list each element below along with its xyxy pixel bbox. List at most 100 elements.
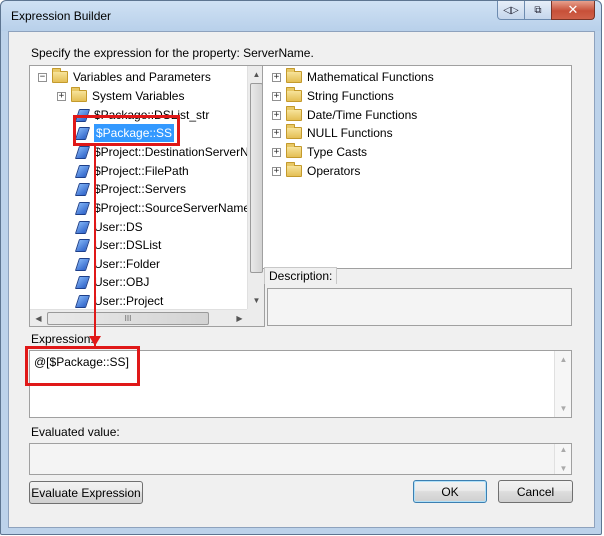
tree-node-label: NULL Functions (307, 126, 393, 140)
folder-icon (286, 143, 302, 158)
property-prompt: Specify the expression for the property:… (31, 46, 314, 60)
variable-icon (76, 182, 88, 196)
expression-builder-window: Expression Builder ◁▷ ⧉ ✕ Specify the ex… (0, 0, 602, 535)
variable-label: $Project::DestinationServerNa (94, 145, 256, 159)
variable-label: User::DSList (94, 238, 162, 252)
caption-buttons: ◁▷ ⧉ ✕ (497, 1, 595, 20)
tree-node-function-category[interactable]: + Operators (272, 162, 360, 180)
variable-label: $Package::DSList_str (94, 108, 210, 122)
variable-label: $Project::SourceServerName (94, 201, 251, 215)
variable-label: User::Folder (94, 257, 161, 271)
scroll-down-icon[interactable]: ▼ (555, 400, 572, 417)
folder-icon (52, 68, 68, 83)
window-title: Expression Builder (11, 9, 112, 23)
folder-icon (286, 106, 302, 121)
scroll-up-icon[interactable]: ▲ (555, 351, 572, 368)
ok-button[interactable]: OK (413, 480, 487, 503)
tree-node-label: Type Casts (307, 145, 368, 159)
scroll-right-icon[interactable]: ▶ (231, 310, 248, 326)
tree-node-function-category[interactable]: + Type Casts (272, 143, 367, 161)
variable-label: User::Project (94, 294, 164, 308)
annotation-arrow-head (89, 336, 101, 346)
tree-item-variable[interactable]: $Project::SourceServerName (76, 199, 250, 217)
tree-item-variable[interactable]: $Package::DSList_str (76, 106, 209, 124)
close-icon[interactable]: ✕ (551, 1, 595, 20)
expand-icon[interactable]: + (272, 72, 281, 82)
expression-scrollbar[interactable]: ▲ ▼ (554, 351, 571, 417)
tree-node-function-category[interactable]: + String Functions (272, 87, 394, 105)
tree-item-variable[interactable]: $Project::FilePath (76, 162, 189, 180)
scroll-corner (247, 309, 264, 326)
tree-node-label: Mathematical Functions (307, 70, 434, 84)
folder-icon (286, 124, 302, 139)
variable-icon (76, 238, 88, 252)
tree-node-function-category[interactable]: + Mathematical Functions (272, 68, 434, 86)
evaluated-value-box: ▲ ▼ (29, 443, 572, 475)
variable-icon (76, 201, 88, 215)
variable-icon (76, 294, 88, 308)
expression-label: Expression: (31, 332, 94, 346)
tree-item-variable[interactable]: User::DS (76, 218, 143, 236)
tree-node-variables-and-parameters[interactable]: − Variables and Parameters (38, 68, 211, 86)
tree-item-variable[interactable]: User::OBJ (76, 273, 149, 291)
dialog-client-area: Specify the expression for the property:… (8, 31, 595, 528)
expand-icon[interactable]: + (272, 166, 281, 176)
tree-node-function-category[interactable]: + Date/Time Functions (272, 106, 417, 124)
expression-textarea[interactable]: @[$Package::SS] ▲ ▼ (29, 350, 572, 418)
tree-node-label: System Variables (92, 89, 185, 103)
folder-icon (286, 162, 302, 177)
expand-icon[interactable]: + (272, 110, 281, 120)
folder-icon (286, 68, 302, 83)
variable-icon (76, 145, 88, 159)
variable-label: $Project::FilePath (94, 164, 189, 178)
evaluated-scrollbar[interactable]: ▲ ▼ (554, 444, 571, 474)
description-label: Description: (264, 267, 338, 284)
scroll-up-icon[interactable]: ▲ (555, 441, 572, 458)
tree-node-label: String Functions (307, 89, 394, 103)
description-box (267, 288, 572, 326)
tree-item-variable[interactable]: User::Folder (76, 255, 160, 273)
tree-node-function-category[interactable]: + NULL Functions (272, 124, 393, 142)
expand-icon[interactable]: + (272, 128, 281, 138)
expand-icon[interactable]: + (272, 147, 281, 157)
tree-item-variable[interactable]: User::Project (76, 292, 163, 310)
variable-icon (76, 126, 88, 140)
tree-item-variable[interactable]: $Project::Servers (76, 180, 186, 198)
variable-icon (76, 257, 88, 271)
variable-icon (76, 108, 88, 122)
title-bar[interactable]: Expression Builder ◁▷ ⧉ ✕ (1, 1, 601, 31)
expand-icon[interactable]: + (272, 91, 281, 101)
restore-icon[interactable]: ⧉ (524, 1, 552, 20)
horizontal-scrollbar[interactable]: ◀ III ▶ (30, 309, 248, 326)
tree-item-variable[interactable]: User::DSList (76, 236, 161, 254)
scroll-left-icon[interactable]: ◀ (30, 310, 47, 326)
scroll-down-icon[interactable]: ▼ (555, 460, 572, 477)
variable-icon (76, 275, 88, 289)
evaluated-value-label: Evaluated value: (31, 425, 120, 439)
tree-node-label: Date/Time Functions (307, 108, 418, 122)
expand-icon[interactable]: + (57, 91, 66, 101)
functions-tree[interactable]: + Mathematical Functions + String Functi… (262, 65, 572, 269)
variable-label: User::DS (94, 220, 143, 234)
variable-label: $Package::SS (94, 124, 175, 142)
variable-label: $Project::Servers (94, 182, 187, 196)
folder-icon (286, 87, 302, 102)
navigate-icon[interactable]: ◁▷ (497, 1, 525, 20)
cancel-button[interactable]: Cancel (498, 480, 573, 503)
variables-tree[interactable]: − Variables and Parameters + System Vari… (29, 65, 265, 327)
tree-node-system-variables[interactable]: + System Variables (57, 87, 184, 105)
variable-icon (76, 220, 88, 234)
folder-icon (71, 87, 87, 102)
variable-label: User::OBJ (94, 275, 150, 289)
evaluate-expression-button[interactable]: Evaluate Expression (29, 481, 143, 504)
expression-text: @[$Package::SS] (34, 355, 129, 369)
tree-node-label: Operators (307, 164, 361, 178)
variable-icon (76, 164, 88, 178)
collapse-icon[interactable]: − (38, 72, 47, 82)
tree-item-variable-selected[interactable]: $Package::SS (76, 124, 175, 142)
scroll-down-icon[interactable]: ▼ (248, 292, 264, 309)
tree-item-variable[interactable]: $Project::DestinationServerNa (76, 143, 255, 161)
tree-node-label: Variables and Parameters (73, 70, 211, 84)
annotation-arrow-line (94, 146, 96, 346)
scroll-thumb[interactable]: III (47, 312, 209, 325)
